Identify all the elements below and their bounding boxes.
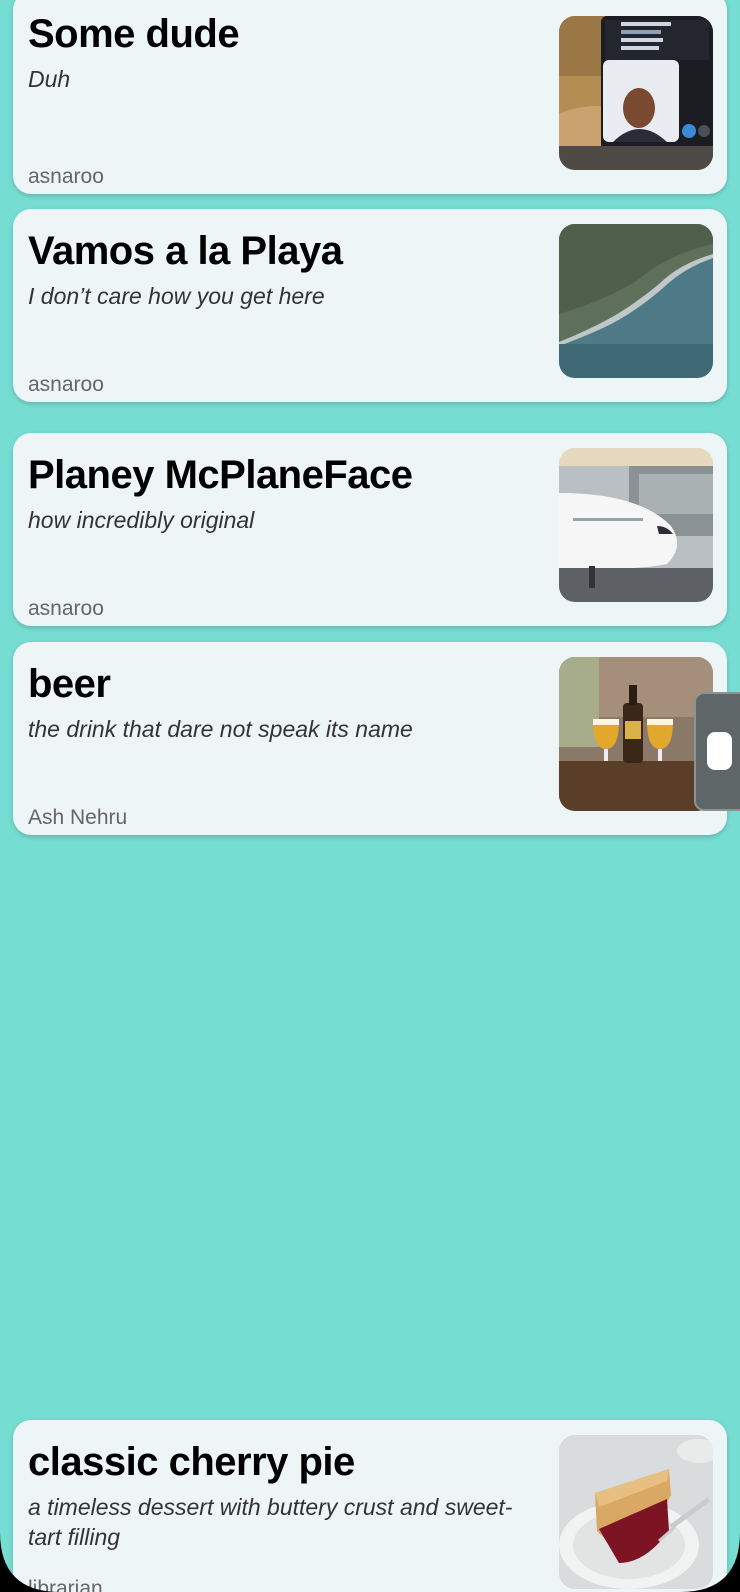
- post-title: Vamos a la Playa: [28, 229, 343, 273]
- scroll-knob[interactable]: [707, 732, 732, 770]
- post-author[interactable]: asnaroo: [28, 164, 104, 190]
- feed-screen: Some dude Duh asnaroo Vamos a la Playa I…: [0, 0, 740, 1592]
- post-author[interactable]: asnaroo: [28, 596, 104, 622]
- post-author[interactable]: librarian: [28, 1576, 103, 1592]
- post-subtitle: Duh: [28, 66, 71, 92]
- post-subtitle: the drink that dare not speak its name: [28, 716, 413, 742]
- post-subtitle: a timeless dessert with buttery crust an…: [28, 1494, 513, 1550]
- post-card[interactable]: beer the drink that dare not speak its n…: [13, 642, 727, 835]
- post-title: classic cherry pie: [28, 1440, 355, 1484]
- post-title: Some dude: [28, 12, 240, 56]
- beer-photo-icon[interactable]: [559, 657, 713, 811]
- post-title: beer: [28, 662, 111, 706]
- coastline-photo-icon[interactable]: [559, 224, 713, 378]
- post-title: Planey McPlaneFace: [28, 453, 413, 497]
- post-card[interactable]: Vamos a la Playa I don’t care how you ge…: [13, 209, 727, 402]
- post-subtitle: how incredibly original: [28, 507, 255, 533]
- cherry-pie-photo-icon[interactable]: [559, 1435, 713, 1589]
- post-subtitle: I don’t care how you get here: [28, 283, 325, 309]
- post-card[interactable]: classic cherry pie a timeless dessert wi…: [13, 1420, 727, 1592]
- scroll-handle[interactable]: [694, 692, 740, 811]
- post-card[interactable]: Planey McPlaneFace how incredibly origin…: [13, 433, 727, 626]
- airplane-photo-icon[interactable]: [559, 448, 713, 602]
- video-call-photo-icon[interactable]: [559, 16, 713, 170]
- post-author[interactable]: Ash Nehru: [28, 805, 127, 831]
- post-author[interactable]: asnaroo: [28, 372, 104, 398]
- post-card[interactable]: Some dude Duh asnaroo: [13, 0, 727, 194]
